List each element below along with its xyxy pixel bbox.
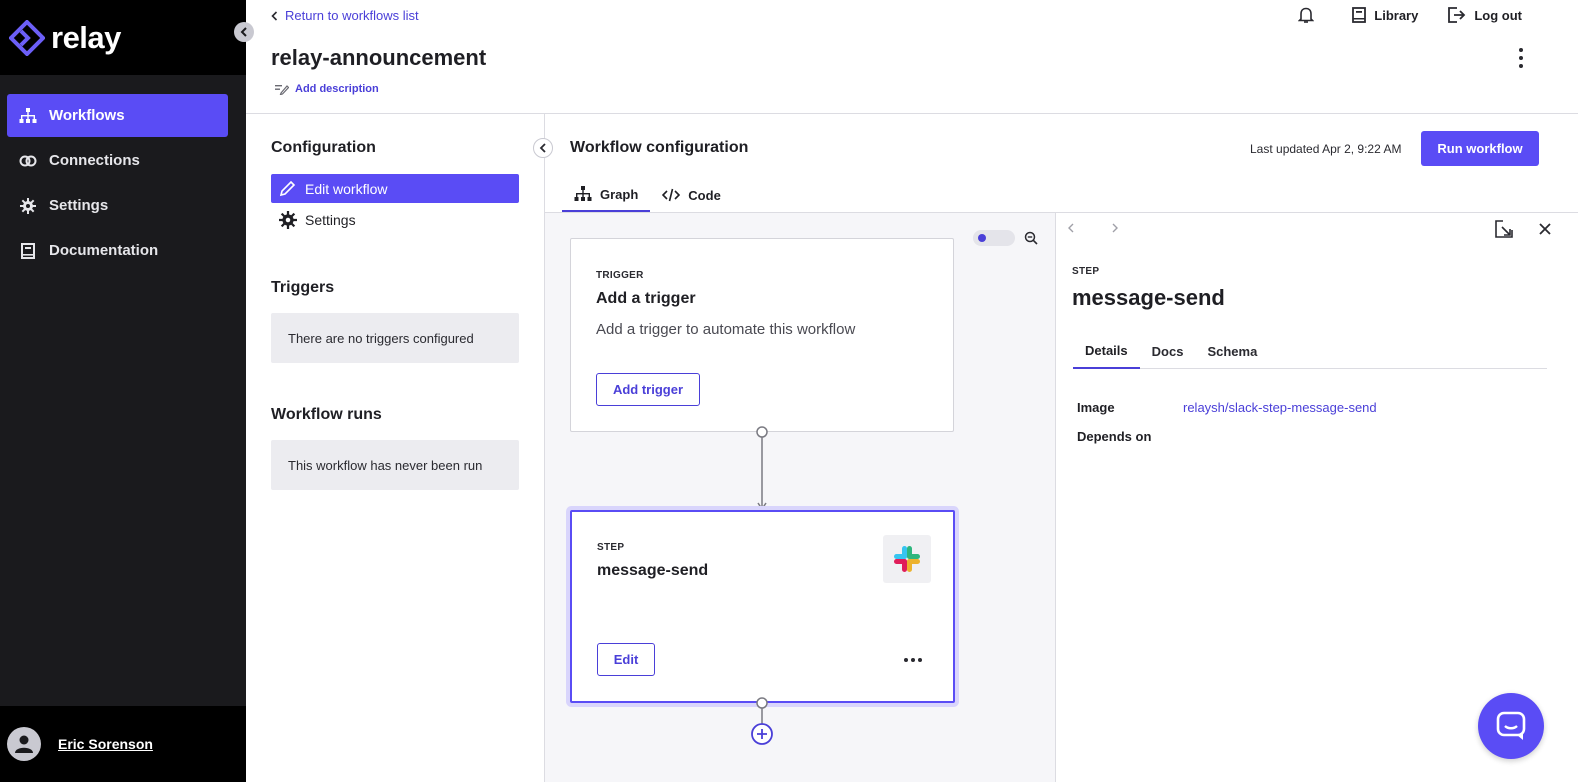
chevron-left-icon[interactable]	[1066, 222, 1076, 234]
image-label: Image	[1077, 400, 1115, 415]
library-label: Library	[1374, 7, 1419, 23]
detail-nav	[1066, 222, 1120, 234]
chevron-right-icon[interactable]	[1110, 222, 1120, 234]
tab-label: Code	[688, 187, 721, 203]
avatar	[7, 727, 41, 761]
step-card-kicker: STEP	[597, 542, 625, 553]
relay-logo-icon	[9, 19, 45, 56]
detail-kicker: STEP	[1072, 266, 1100, 277]
chevron-left-icon	[240, 27, 247, 37]
book-icon	[1352, 7, 1367, 23]
edit-lines-icon	[275, 85, 289, 95]
chat-icon	[1496, 711, 1526, 740]
tab-graph[interactable]: Graph	[562, 178, 651, 212]
logout-label: Log out	[1474, 7, 1522, 23]
run-workflow-button[interactable]: Run workflow	[1421, 131, 1539, 166]
configuration-title: Configuration	[271, 139, 376, 156]
triggers-empty-state: There are no triggers configured	[271, 313, 519, 363]
book-icon	[19, 242, 37, 260]
trigger-card-subtitle: Add a trigger to automate this workflow	[596, 321, 856, 338]
zoom-out-icon[interactable]	[1024, 231, 1038, 245]
edit-step-button[interactable]: Edit	[597, 643, 655, 676]
sitemap-icon	[574, 186, 592, 201]
add-description-link[interactable]: Add description	[275, 83, 379, 95]
brand-name: relay	[51, 19, 121, 55]
detail-divider	[1055, 213, 1056, 782]
workflow-runs-title: Workflow runs	[271, 406, 382, 423]
notifications-button[interactable]	[1298, 6, 1322, 24]
sidebar-item-label: Documentation	[49, 242, 159, 259]
graph-connector	[756, 426, 768, 511]
expand-icon[interactable]	[1495, 220, 1513, 238]
tab-docs[interactable]: Docs	[1140, 333, 1196, 369]
graph-toggle[interactable]	[973, 230, 1015, 246]
top-actions: Library Log out	[1268, 6, 1522, 24]
config-item-label: Edit workflow	[305, 180, 388, 197]
sidebar-item-label: Connections	[49, 152, 140, 169]
close-icon[interactable]	[1538, 222, 1552, 236]
sidebar-item-label: Settings	[49, 197, 109, 214]
trigger-card[interactable]: TRIGGER Add a trigger Add a trigger to a…	[570, 238, 954, 432]
depends-on-label: Depends on	[1077, 429, 1152, 444]
config-item-settings[interactable]: Settings	[271, 205, 519, 234]
logout-icon	[1448, 7, 1466, 23]
workflow-configuration-title: Workflow configuration	[570, 139, 749, 156]
chat-launcher-button[interactable]	[1478, 693, 1544, 759]
tab-details[interactable]: Details	[1073, 333, 1140, 369]
pencil-icon	[279, 180, 296, 196]
slack-icon	[883, 535, 931, 583]
user-name[interactable]: Eric Sorenson	[58, 736, 153, 752]
sidebar-item-connections[interactable]: Connections	[7, 139, 228, 182]
sitemap-icon	[19, 107, 37, 125]
link-icon	[19, 152, 37, 170]
page-title: relay-announcement	[271, 45, 487, 70]
sidebar: relay Workflows Connections Settings Doc…	[0, 0, 246, 782]
gear-icon	[279, 210, 297, 229]
add-trigger-button[interactable]: Add trigger	[596, 373, 700, 406]
configuration-panel: Configuration Edit workflow Settings Tri…	[246, 114, 544, 782]
sidebar-item-label: Workflows	[49, 107, 125, 124]
code-icon	[662, 188, 681, 202]
config-collapse-button[interactable]	[533, 138, 553, 158]
chevron-left-icon	[271, 10, 278, 21]
tab-schema[interactable]: Schema	[1195, 333, 1269, 369]
back-link-label: Return to workflows list	[285, 8, 419, 23]
user-icon	[15, 735, 33, 753]
gear-icon	[19, 197, 37, 215]
more-options-button[interactable]	[1514, 48, 1528, 68]
sidebar-nav: Workflows Connections Settings Documenta…	[0, 94, 246, 274]
trigger-card-kicker: TRIGGER	[596, 270, 644, 281]
brand[interactable]: relay	[0, 0, 246, 75]
trigger-card-title: Add a trigger	[596, 290, 696, 307]
workflow-runs-empty-state: This workflow has never been run	[271, 440, 519, 490]
user-bar[interactable]: Eric Sorenson	[0, 706, 246, 782]
graph-code-tabs: Graph Code	[562, 178, 733, 212]
sidebar-item-workflows[interactable]: Workflows	[7, 94, 228, 137]
detail-tabs: Details Docs Schema	[1073, 333, 1547, 369]
sidebar-item-settings[interactable]: Settings	[7, 184, 228, 227]
tab-label: Graph	[600, 186, 639, 202]
sidebar-item-documentation[interactable]: Documentation	[7, 229, 228, 272]
config-item-label: Settings	[305, 211, 356, 228]
step-more-options-button[interactable]	[904, 658, 925, 662]
back-to-workflows-link[interactable]: Return to workflows list	[271, 8, 419, 23]
image-value-link[interactable]: relaysh/slack-step-message-send	[1183, 400, 1377, 415]
detail-tools	[1495, 220, 1552, 238]
step-card[interactable]: STEP message-send Edit	[570, 510, 955, 703]
add-step-plus-icon[interactable]	[750, 722, 774, 746]
last-updated-text: Last updated Apr 2, 9:22 AM	[1250, 142, 1402, 156]
chevron-left-icon	[539, 143, 546, 153]
logout-button[interactable]: Log out	[1448, 7, 1522, 23]
triggers-title: Triggers	[271, 279, 335, 296]
tab-code[interactable]: Code	[650, 178, 733, 212]
sidebar-collapse-button[interactable]	[234, 22, 254, 42]
detail-title: message-send	[1072, 285, 1225, 310]
library-button[interactable]: Library	[1352, 7, 1418, 23]
config-item-edit-workflow[interactable]: Edit workflow	[271, 174, 519, 203]
step-card-title: message-send	[597, 562, 709, 579]
bell-icon	[1298, 7, 1315, 23]
add-description-label: Add description	[295, 83, 379, 95]
